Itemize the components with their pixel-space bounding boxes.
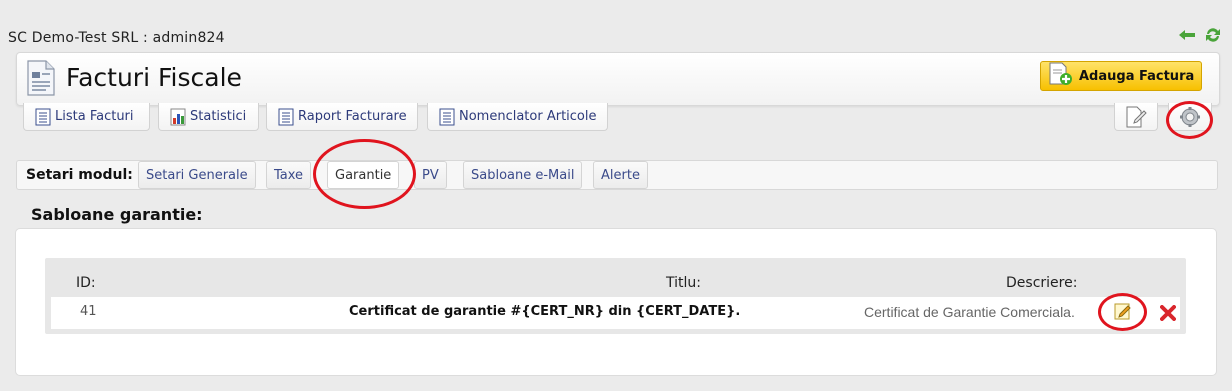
back-arrow-icon[interactable] bbox=[1178, 28, 1196, 42]
row-description: Certificat de Garantie Comerciala. bbox=[864, 304, 1075, 320]
column-header-id: ID: bbox=[76, 275, 96, 291]
edit-row-button[interactable] bbox=[1114, 302, 1132, 324]
settings-tab-taxe[interactable]: Taxe bbox=[266, 161, 312, 189]
settings-button[interactable] bbox=[1168, 103, 1212, 131]
tab-label: Nomenclator Articole bbox=[459, 109, 597, 124]
tab-label: Raport Facturare bbox=[298, 109, 407, 124]
settings-module-label: Setari modul: bbox=[26, 167, 133, 183]
tab-label: Lista Facturi bbox=[55, 109, 134, 124]
company-user-label: SC Demo-Test SRL : admin824 bbox=[8, 30, 225, 46]
edit-icon bbox=[1114, 303, 1131, 320]
delete-x-icon bbox=[1160, 305, 1176, 321]
tab-nomenclator-articole[interactable]: Nomenclator Articole bbox=[427, 103, 608, 131]
section-title: Sabloane garantie: bbox=[31, 205, 203, 224]
list-doc-icon bbox=[439, 108, 455, 125]
column-header-descriere: Descriere: bbox=[1006, 275, 1078, 291]
tab-label: Statistici bbox=[190, 109, 247, 124]
add-invoice-label: Adauga Factura bbox=[1079, 68, 1195, 84]
settings-tab-pv[interactable]: PV bbox=[414, 161, 447, 189]
top-icons bbox=[1178, 26, 1222, 44]
gear-icon bbox=[1180, 106, 1200, 127]
export-document-button[interactable] bbox=[1114, 103, 1158, 131]
add-invoice-button[interactable]: Adauga Factura bbox=[1040, 61, 1202, 91]
page-title: Facturi Fiscale bbox=[66, 63, 242, 92]
invoice-document-icon bbox=[26, 60, 56, 100]
tab-lista-facturi[interactable]: Lista Facturi bbox=[23, 103, 150, 131]
row-id: 41 bbox=[80, 304, 97, 319]
edit-document-icon bbox=[1126, 106, 1147, 127]
add-document-icon bbox=[1047, 62, 1073, 90]
tab-statistici[interactable]: Statistici bbox=[158, 103, 259, 131]
tab-raport-facturare[interactable]: Raport Facturare bbox=[266, 103, 418, 131]
delete-row-button[interactable] bbox=[1160, 305, 1176, 325]
bar-chart-icon bbox=[170, 108, 186, 125]
column-header-titlu: Titlu: bbox=[666, 275, 701, 291]
settings-tab-setari-generale[interactable]: Setari Generale bbox=[138, 161, 256, 189]
list-doc-icon bbox=[35, 108, 51, 125]
refresh-icon[interactable] bbox=[1204, 26, 1222, 44]
row-title: Certificat de garantie #{CERT_NR} din {C… bbox=[349, 304, 741, 319]
settings-tab-garantie[interactable]: Garantie bbox=[327, 161, 400, 189]
settings-tab-sabloane-email[interactable]: Sabloane e-Mail bbox=[463, 161, 583, 189]
settings-tab-alerte[interactable]: Alerte bbox=[593, 161, 648, 189]
list-doc-icon bbox=[278, 108, 294, 125]
